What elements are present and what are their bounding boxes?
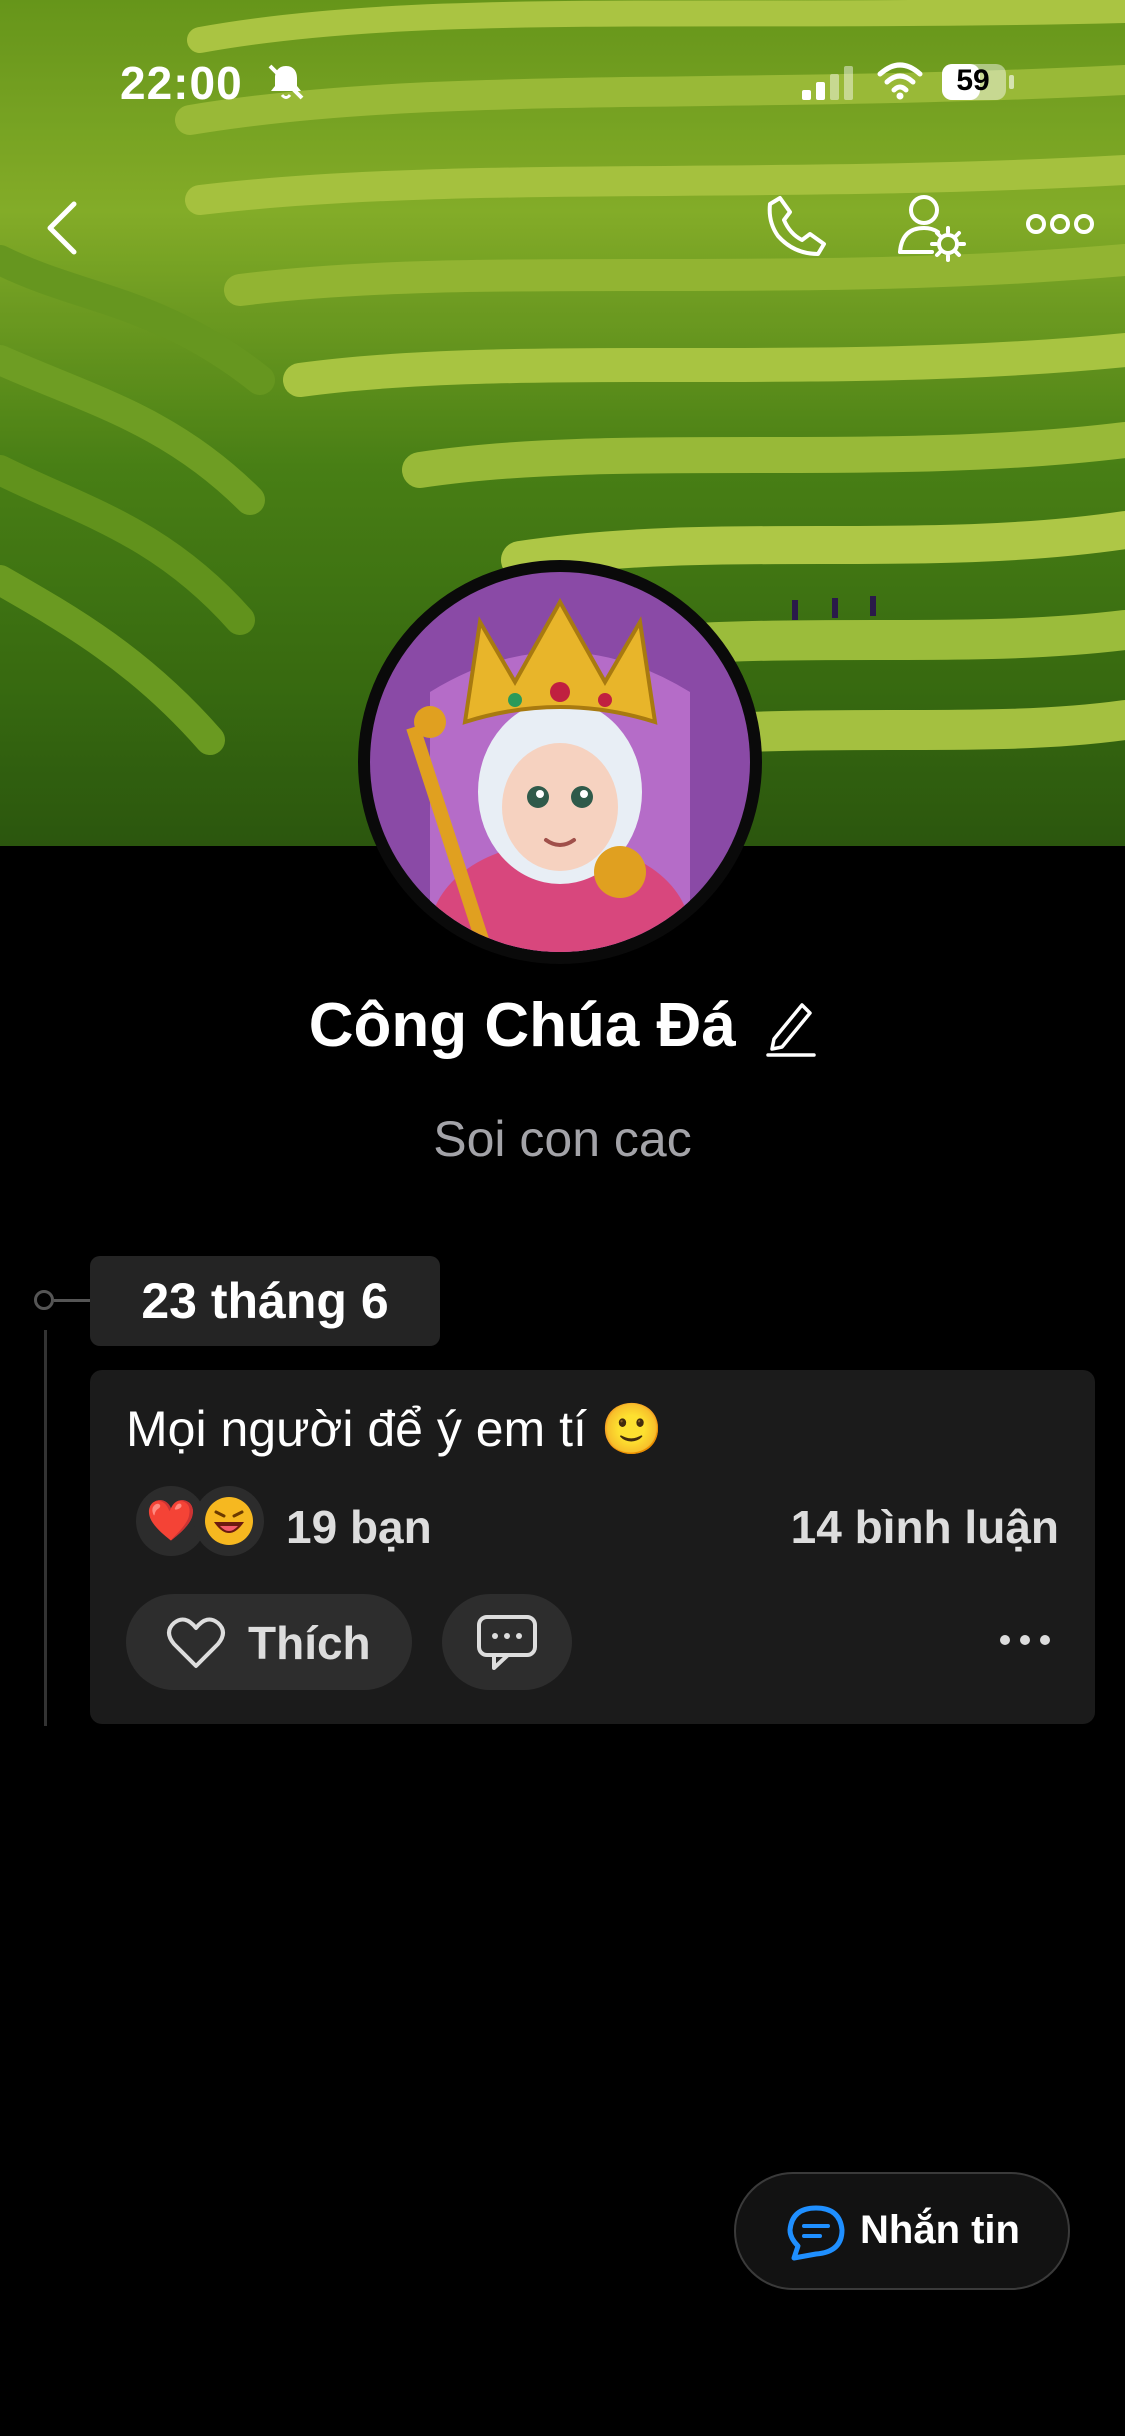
timeline-connector	[54, 1299, 94, 1302]
wifi-icon	[877, 62, 923, 100]
timeline-dot	[34, 1290, 54, 1310]
back-icon[interactable]	[40, 196, 84, 260]
chat-bubble-icon	[787, 2205, 845, 2261]
timeline-line	[44, 1330, 47, 1726]
comment-button[interactable]	[442, 1594, 572, 1690]
bell-muted-icon	[268, 64, 304, 100]
message-button-label: Nhắn tin	[860, 2208, 1020, 2252]
heart-outline-icon	[167, 1617, 225, 1668]
post-more-icon[interactable]	[995, 1620, 1055, 1660]
message-button[interactable]: Nhắn tin	[734, 2172, 1070, 2290]
edit-pencil-icon[interactable]	[764, 995, 817, 1057]
user-settings-icon[interactable]	[894, 190, 966, 262]
status-bar: 22:00 59	[0, 0, 1125, 150]
comment-bubble-icon	[477, 1615, 537, 1670]
comment-count[interactable]: 14 bình luận	[791, 1500, 1059, 1554]
like-label: Thích	[248, 1617, 371, 1669]
post-card[interactable]: Mọi người để ý em tí 🙂 ❤️ 19 bạn 14 bình…	[90, 1370, 1095, 1724]
date-chip: 23 tháng 6	[90, 1256, 440, 1346]
avatar[interactable]	[358, 560, 762, 964]
reaction-count[interactable]: 19 bạn	[286, 1500, 432, 1554]
laugh-emoji-icon	[205, 1497, 253, 1545]
battery-level: 59	[956, 64, 990, 97]
profile-name-row: Công Chúa Đá	[0, 990, 1125, 1061]
more-icon[interactable]	[1024, 200, 1096, 248]
like-button[interactable]: Thích	[126, 1594, 412, 1690]
profile-bio: Soi con cac	[433, 1111, 692, 1167]
avatar-image	[370, 572, 750, 952]
post-text: Mọi người để ý em tí 🙂	[126, 1401, 664, 1457]
signal-icon	[802, 66, 853, 100]
profile-name: Công Chúa Đá	[308, 991, 736, 1060]
phone-icon[interactable]	[760, 190, 832, 262]
reaction-laugh[interactable]	[194, 1486, 264, 1556]
status-time: 22:00	[120, 57, 243, 109]
